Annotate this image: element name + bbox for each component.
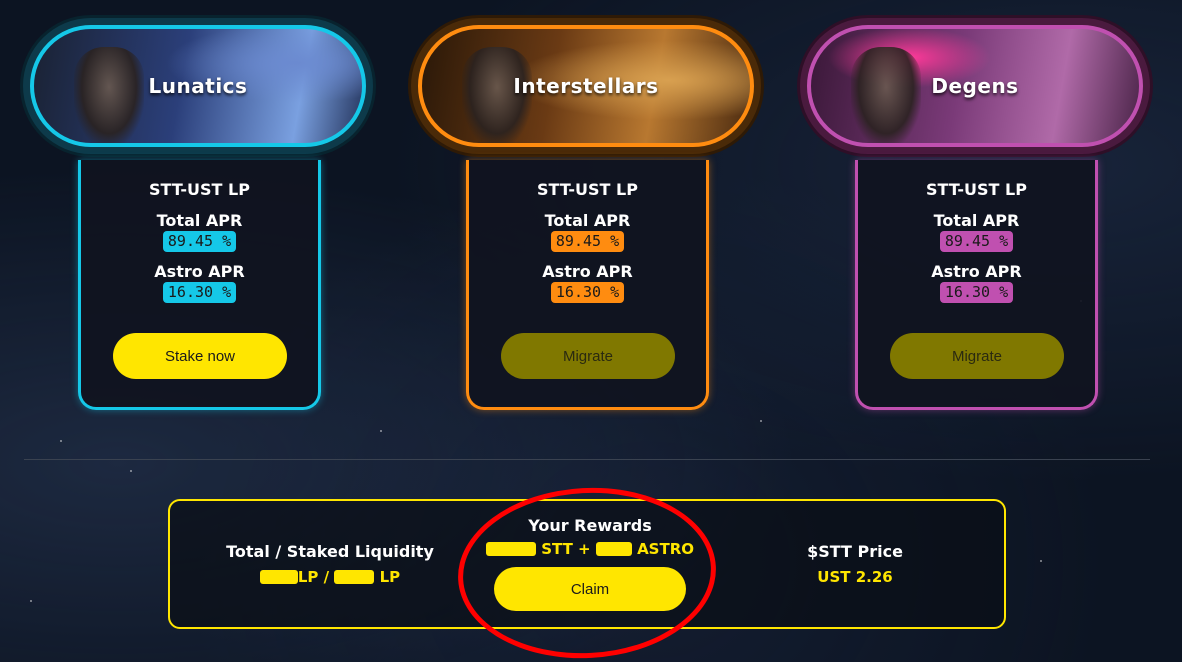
total-apr-label: Total APR [544,211,631,230]
price-title: $STT Price [807,542,903,561]
section-divider [24,459,1150,460]
rewards-token-stt: STT + [541,540,591,558]
pool-banner-image: Lunatics [30,25,366,147]
rewards-stat: Your Rewards STT + ASTRO Claim [460,501,720,627]
redacted-total-lp [259,570,298,584]
pool-card-lunatics: Lunatics STT-UST LP Total APR 89.45 % As… [23,0,373,420]
pool-banner: Interstellars [411,18,761,154]
pool-card-interstellars: Interstellars STT-UST LP Total APR 89.45… [411,0,761,420]
pool-details: STT-UST LP Total APR 89.45 % Astro APR 1… [78,160,321,410]
liquidity-value: LP / LP [190,568,470,586]
total-apr-value: 89.45 % [939,231,1014,252]
liquidity-stat: Total / Staked Liquidity LP / LP [190,501,470,627]
rewards-title: Your Rewards [528,516,652,535]
total-apr-label: Total APR [156,211,243,230]
pool-title: Lunatics [148,74,248,98]
pool-title: Degens [931,74,1019,98]
pool-banner-image: Degens [807,25,1143,147]
background-star [60,440,62,442]
astro-apr-value: 16.30 % [939,282,1014,303]
pool-title: Interstellars [513,74,659,98]
character-image [851,47,921,143]
migrate-button[interactable]: Migrate [890,333,1064,379]
stats-panel: Total / Staked Liquidity LP / LP Your Re… [168,499,1006,629]
pool-banner: Lunatics [23,18,373,154]
pool-banner: Degens [800,18,1150,154]
rewards-value: STT + ASTRO [460,540,720,558]
stake-now-button[interactable]: Stake now [113,333,287,379]
rewards-token-astro: ASTRO [637,540,695,558]
astro-apr-label: Astro APR [542,262,633,281]
liquidity-unit-staked: LP [379,568,401,586]
liquidity-title: Total / Staked Liquidity [226,542,434,561]
lp-name: STT-UST LP [537,180,638,199]
background-star [130,470,132,472]
lp-name: STT-UST LP [149,180,250,199]
redacted-stt-amount [485,542,536,556]
astro-apr-value: 16.30 % [162,282,237,303]
migrate-button[interactable]: Migrate [501,333,675,379]
pool-details: STT-UST LP Total APR 89.45 % Astro APR 1… [466,160,709,410]
background-star [1040,560,1042,562]
total-apr-value: 89.45 % [162,231,237,252]
redacted-astro-amount [595,542,632,556]
pool-card-degens: Degens STT-UST LP Total APR 89.45 % Astr… [800,0,1150,420]
pool-banner-image: Interstellars [418,25,754,147]
price-stat: $STT Price UST 2.26 [750,501,960,627]
background-star [760,420,762,422]
background-star [380,430,382,432]
lp-name: STT-UST LP [926,180,1027,199]
character-image [74,47,144,143]
background-star [30,600,32,602]
pool-details: STT-UST LP Total APR 89.45 % Astro APR 1… [855,160,1098,410]
redacted-staked-lp [334,570,375,584]
claim-button[interactable]: Claim [494,567,686,611]
astro-apr-label: Astro APR [931,262,1022,281]
price-value: UST 2.26 [817,568,893,586]
total-apr-label: Total APR [933,211,1020,230]
astro-apr-label: Astro APR [154,262,245,281]
astro-apr-value: 16.30 % [550,282,625,303]
total-apr-value: 89.45 % [550,231,625,252]
liquidity-unit-total: LP / [297,568,330,586]
